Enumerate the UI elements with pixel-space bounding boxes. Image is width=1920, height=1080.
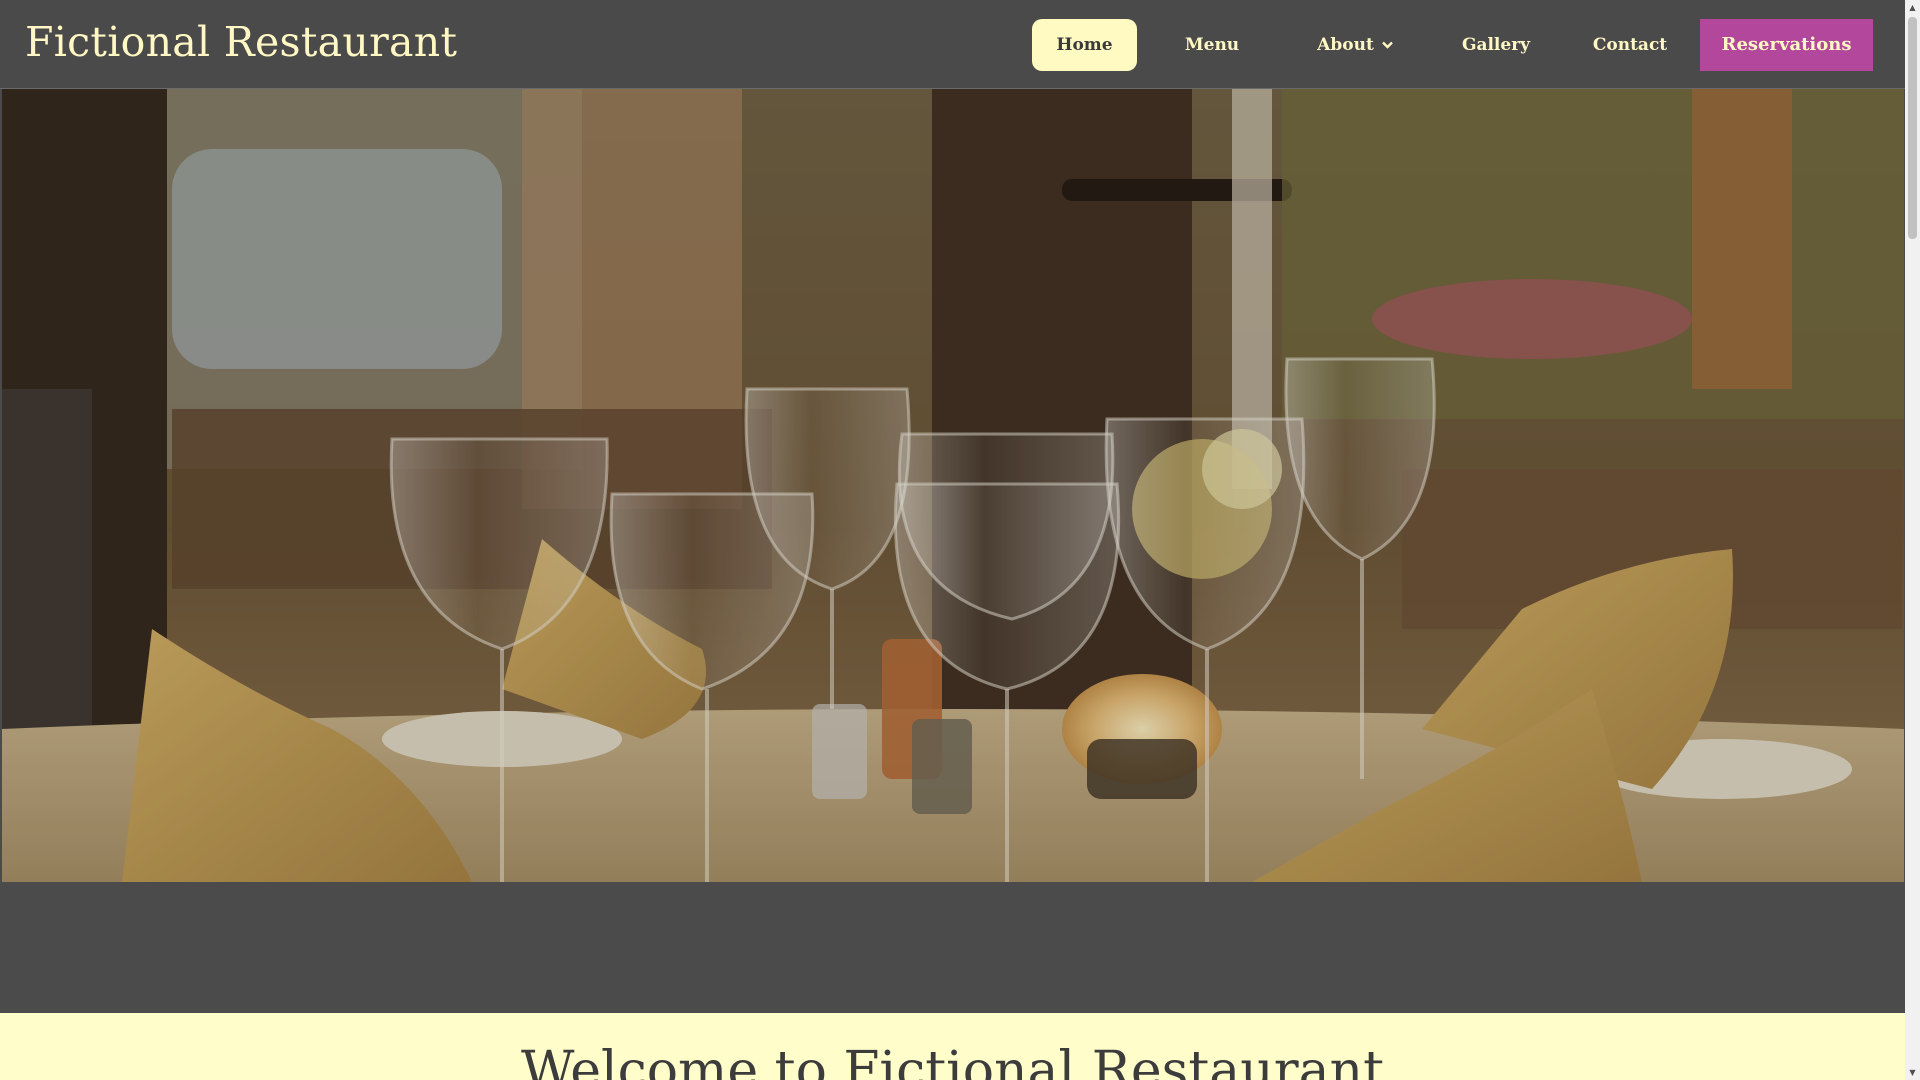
site-logo[interactable]: Fictional Restaurant [25, 18, 457, 66]
site-header: Fictional Restaurant Home Menu About Gal… [0, 0, 1905, 89]
reservations-button[interactable]: Reservations [1700, 19, 1873, 71]
restaurant-table-photo [2, 89, 1904, 882]
nav-home[interactable]: Home [1032, 19, 1137, 71]
nav-gallery[interactable]: Gallery [1441, 19, 1551, 71]
scroll-down-arrow-icon[interactable]: ▼ [1905, 1065, 1920, 1080]
welcome-section: Welcome to Fictional Restaurant [0, 1013, 1905, 1080]
hero-image [2, 89, 1904, 882]
nav-contact[interactable]: Contact [1575, 19, 1685, 71]
nav-about[interactable]: About [1290, 19, 1420, 71]
nav-menu[interactable]: Menu [1162, 19, 1262, 71]
page: Fictional Restaurant Home Menu About Gal… [0, 0, 1920, 1080]
welcome-heading: Welcome to Fictional Restaurant [521, 1041, 1384, 1080]
nav-about-label: About [1317, 35, 1374, 55]
vertical-scrollbar[interactable]: ▲ ▼ [1905, 0, 1920, 1080]
section-spacer [0, 882, 1905, 1013]
scroll-up-arrow-icon[interactable]: ▲ [1905, 0, 1920, 15]
scroll-thumb[interactable] [1908, 17, 1917, 239]
chevron-down-icon [1381, 18, 1393, 70]
